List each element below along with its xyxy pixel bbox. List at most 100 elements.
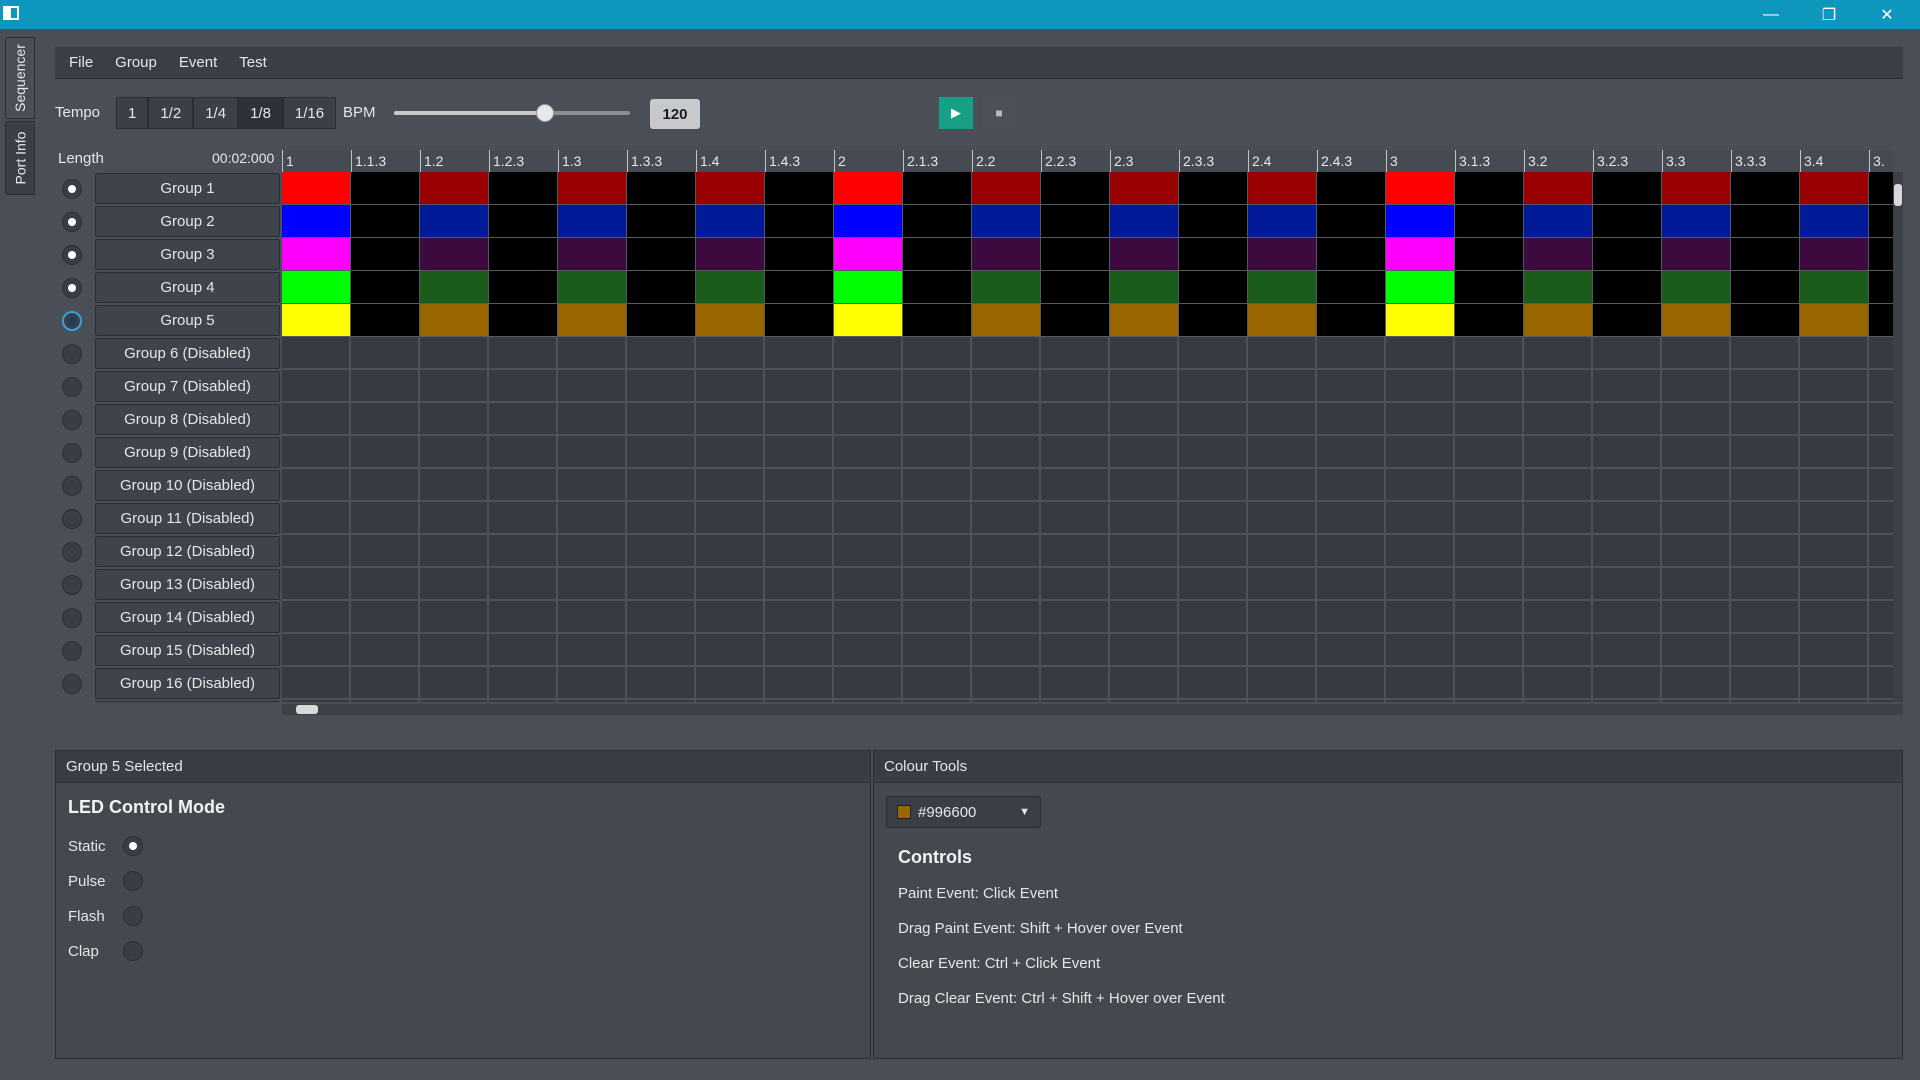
event-cell[interactable]: [282, 634, 351, 667]
event-cell[interactable]: [351, 700, 420, 702]
event-cell[interactable]: [1248, 337, 1317, 370]
group-select-radio[interactable]: [62, 179, 82, 199]
group-name-button[interactable]: Group 16 (Disabled): [95, 668, 280, 699]
event-cell[interactable]: [1248, 271, 1317, 304]
event-cell[interactable]: [1248, 403, 1317, 436]
event-cell[interactable]: [972, 502, 1041, 535]
event-cell[interactable]: [282, 568, 351, 601]
event-cell[interactable]: [1041, 403, 1110, 436]
event-cell[interactable]: [1731, 601, 1800, 634]
event-cell[interactable]: [1041, 700, 1110, 702]
event-cell[interactable]: [972, 436, 1041, 469]
event-cell[interactable]: [1800, 271, 1869, 304]
event-cell[interactable]: [1731, 271, 1800, 304]
event-cell[interactable]: [1593, 535, 1662, 568]
close-button[interactable]: ✕: [1858, 0, 1916, 29]
event-cell[interactable]: [1110, 271, 1179, 304]
event-cell[interactable]: [1317, 601, 1386, 634]
event-cell[interactable]: [1041, 568, 1110, 601]
event-cell[interactable]: [696, 370, 765, 403]
event-cell[interactable]: [1524, 403, 1593, 436]
group-name-button[interactable]: Group 13 (Disabled): [95, 569, 280, 600]
event-cell[interactable]: [1386, 700, 1455, 702]
group-select-radio[interactable]: [62, 641, 82, 661]
event-cell[interactable]: [489, 535, 558, 568]
event-cell[interactable]: [420, 601, 489, 634]
event-cell[interactable]: [489, 271, 558, 304]
event-cell[interactable]: [1524, 502, 1593, 535]
event-cell[interactable]: [558, 238, 627, 271]
horizontal-scrollbar-thumb[interactable]: [296, 705, 318, 714]
event-cell[interactable]: [1869, 700, 1893, 702]
event-cell[interactable]: [627, 205, 696, 238]
event-cell[interactable]: [972, 469, 1041, 502]
event-cell[interactable]: [558, 403, 627, 436]
group-name-button[interactable]: Group 17: [95, 701, 280, 702]
event-cell[interactable]: [1869, 370, 1893, 403]
event-cell[interactable]: [1593, 469, 1662, 502]
event-cell[interactable]: [1731, 700, 1800, 702]
event-cell[interactable]: [282, 271, 351, 304]
event-cell[interactable]: [765, 238, 834, 271]
event-cell[interactable]: [1041, 601, 1110, 634]
event-cell[interactable]: [420, 568, 489, 601]
event-cell[interactable]: [1593, 634, 1662, 667]
event-cell[interactable]: [765, 535, 834, 568]
event-cell[interactable]: [558, 667, 627, 700]
event-cell[interactable]: [903, 172, 972, 205]
group-select-radio[interactable]: [62, 344, 82, 364]
event-cell[interactable]: [834, 271, 903, 304]
event-cell[interactable]: [903, 304, 972, 337]
event-cell[interactable]: [834, 469, 903, 502]
event-cell[interactable]: [558, 304, 627, 337]
event-cell[interactable]: [282, 535, 351, 568]
event-cell[interactable]: [1800, 172, 1869, 205]
event-cell[interactable]: [1110, 667, 1179, 700]
event-cell[interactable]: [903, 436, 972, 469]
led-mode-option[interactable]: Pulse: [68, 868, 143, 894]
group-name-button[interactable]: Group 9 (Disabled): [95, 437, 280, 468]
event-cell[interactable]: [558, 271, 627, 304]
event-cell[interactable]: [834, 568, 903, 601]
event-cell[interactable]: [903, 700, 972, 702]
event-cell[interactable]: [489, 601, 558, 634]
event-cell[interactable]: [1662, 172, 1731, 205]
event-cell[interactable]: [1110, 469, 1179, 502]
group-select-radio[interactable]: [62, 278, 82, 298]
event-cell[interactable]: [972, 700, 1041, 702]
event-cell[interactable]: [1248, 304, 1317, 337]
group-name-button[interactable]: Group 5: [95, 305, 280, 336]
event-cell[interactable]: [696, 304, 765, 337]
group-name-button[interactable]: Group 10 (Disabled): [95, 470, 280, 501]
event-cell[interactable]: [1524, 172, 1593, 205]
event-cell[interactable]: [1869, 304, 1893, 337]
event-cell[interactable]: [834, 337, 903, 370]
event-cell[interactable]: [1317, 403, 1386, 436]
event-cell[interactable]: [1800, 403, 1869, 436]
event-cell[interactable]: [1041, 271, 1110, 304]
event-cell[interactable]: [696, 535, 765, 568]
event-cell[interactable]: [1317, 469, 1386, 502]
event-cell[interactable]: [1731, 667, 1800, 700]
event-cell[interactable]: [489, 238, 558, 271]
event-cell[interactable]: [1041, 634, 1110, 667]
event-cell[interactable]: [696, 436, 765, 469]
event-cell[interactable]: [1110, 601, 1179, 634]
event-cell[interactable]: [1386, 172, 1455, 205]
event-cell[interactable]: [1869, 535, 1893, 568]
event-cell[interactable]: [1179, 634, 1248, 667]
event-cell[interactable]: [1731, 502, 1800, 535]
event-cell[interactable]: [1455, 205, 1524, 238]
event-cell[interactable]: [1386, 271, 1455, 304]
event-cell[interactable]: [558, 370, 627, 403]
event-cell[interactable]: [1455, 634, 1524, 667]
event-cell[interactable]: [696, 601, 765, 634]
event-cell[interactable]: [1662, 634, 1731, 667]
event-cell[interactable]: [903, 601, 972, 634]
event-cell[interactable]: [1248, 469, 1317, 502]
event-cell[interactable]: [1731, 634, 1800, 667]
group-select-radio[interactable]: [62, 674, 82, 694]
event-cell[interactable]: [903, 337, 972, 370]
event-cell[interactable]: [1662, 568, 1731, 601]
event-cell[interactable]: [1869, 634, 1893, 667]
